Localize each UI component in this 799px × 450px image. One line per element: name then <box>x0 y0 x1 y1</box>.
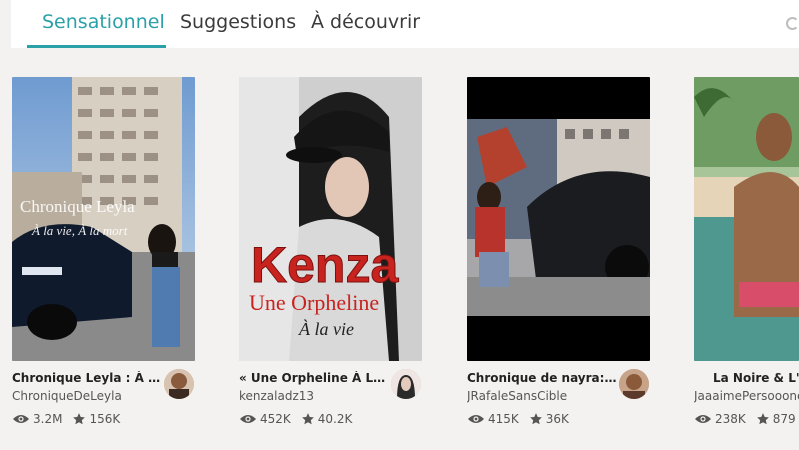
tab-label: Sensationnel <box>42 11 165 33</box>
story-title[interactable]: Chronique de nayra: il... <box>467 371 617 385</box>
tab-sensationnel[interactable]: Sensationnel <box>27 0 166 48</box>
story-stats: 415K 36K <box>467 411 579 427</box>
cover-title-text: Chronique Leyla <box>20 197 135 216</box>
cover-subtitle-text: À la vie, À la mort <box>31 223 128 238</box>
read-count: 452K <box>260 411 291 426</box>
vote-count: 40.2K <box>317 411 353 426</box>
author-avatar[interactable] <box>391 369 421 399</box>
cover-subtitle-text: À la vie <box>298 318 354 339</box>
story-stats: 3.2M 156K <box>12 411 130 427</box>
vote-count: 156K <box>89 411 121 426</box>
eye-icon <box>695 414 711 423</box>
story-author[interactable]: JaaaimePersooone <box>694 389 799 403</box>
cover-title-text: Kenza <box>251 237 399 293</box>
star-icon <box>73 412 86 424</box>
search-icon[interactable] <box>786 17 799 30</box>
story-title[interactable]: Chronique Leyla : À la ... <box>12 371 162 385</box>
story-stats: 238K 879 <box>694 411 799 427</box>
vote-count: 36K <box>545 411 569 426</box>
story-cover[interactable]: Kenza Une Orpheline À la vie <box>239 77 422 361</box>
eye-icon <box>240 414 256 423</box>
author-avatar[interactable] <box>164 369 194 399</box>
story-author[interactable]: kenzaladz13 <box>239 389 389 403</box>
star-icon <box>301 412 314 424</box>
story-author[interactable]: JRafaleSansCible <box>467 389 617 403</box>
active-tab-indicator <box>27 45 166 48</box>
tab-bar: Sensationnel Suggestions À découvrir <box>11 0 799 48</box>
tab-suggestions[interactable]: Suggestions <box>180 0 296 48</box>
story-cover[interactable] <box>467 77 650 361</box>
read-count: 238K <box>715 411 746 426</box>
story-title[interactable]: La Noire & L'Ara <box>713 371 799 385</box>
story-stats: 452K 40.2K <box>239 411 362 427</box>
eye-icon <box>468 414 484 423</box>
story-title[interactable]: « Une Orpheline À La ... <box>239 371 389 385</box>
story-cover[interactable] <box>694 77 799 361</box>
vote-count: 879 <box>772 411 796 426</box>
cover-subtitle-text: Une Orpheline <box>249 290 379 315</box>
tab-a-decouvrir[interactable]: À découvrir <box>311 0 420 48</box>
read-count: 3.2M <box>33 411 63 426</box>
read-count: 415K <box>488 411 519 426</box>
story-cover[interactable]: Chronique Leyla À la vie, À la mort <box>12 77 195 361</box>
author-avatar[interactable] <box>619 369 649 399</box>
story-author[interactable]: ChroniqueDeLeyla <box>12 389 162 403</box>
star-icon <box>529 412 542 424</box>
tab-label: Suggestions <box>180 11 297 33</box>
tab-label: À découvrir <box>311 11 421 33</box>
eye-icon <box>13 414 29 423</box>
star-icon <box>756 412 769 424</box>
